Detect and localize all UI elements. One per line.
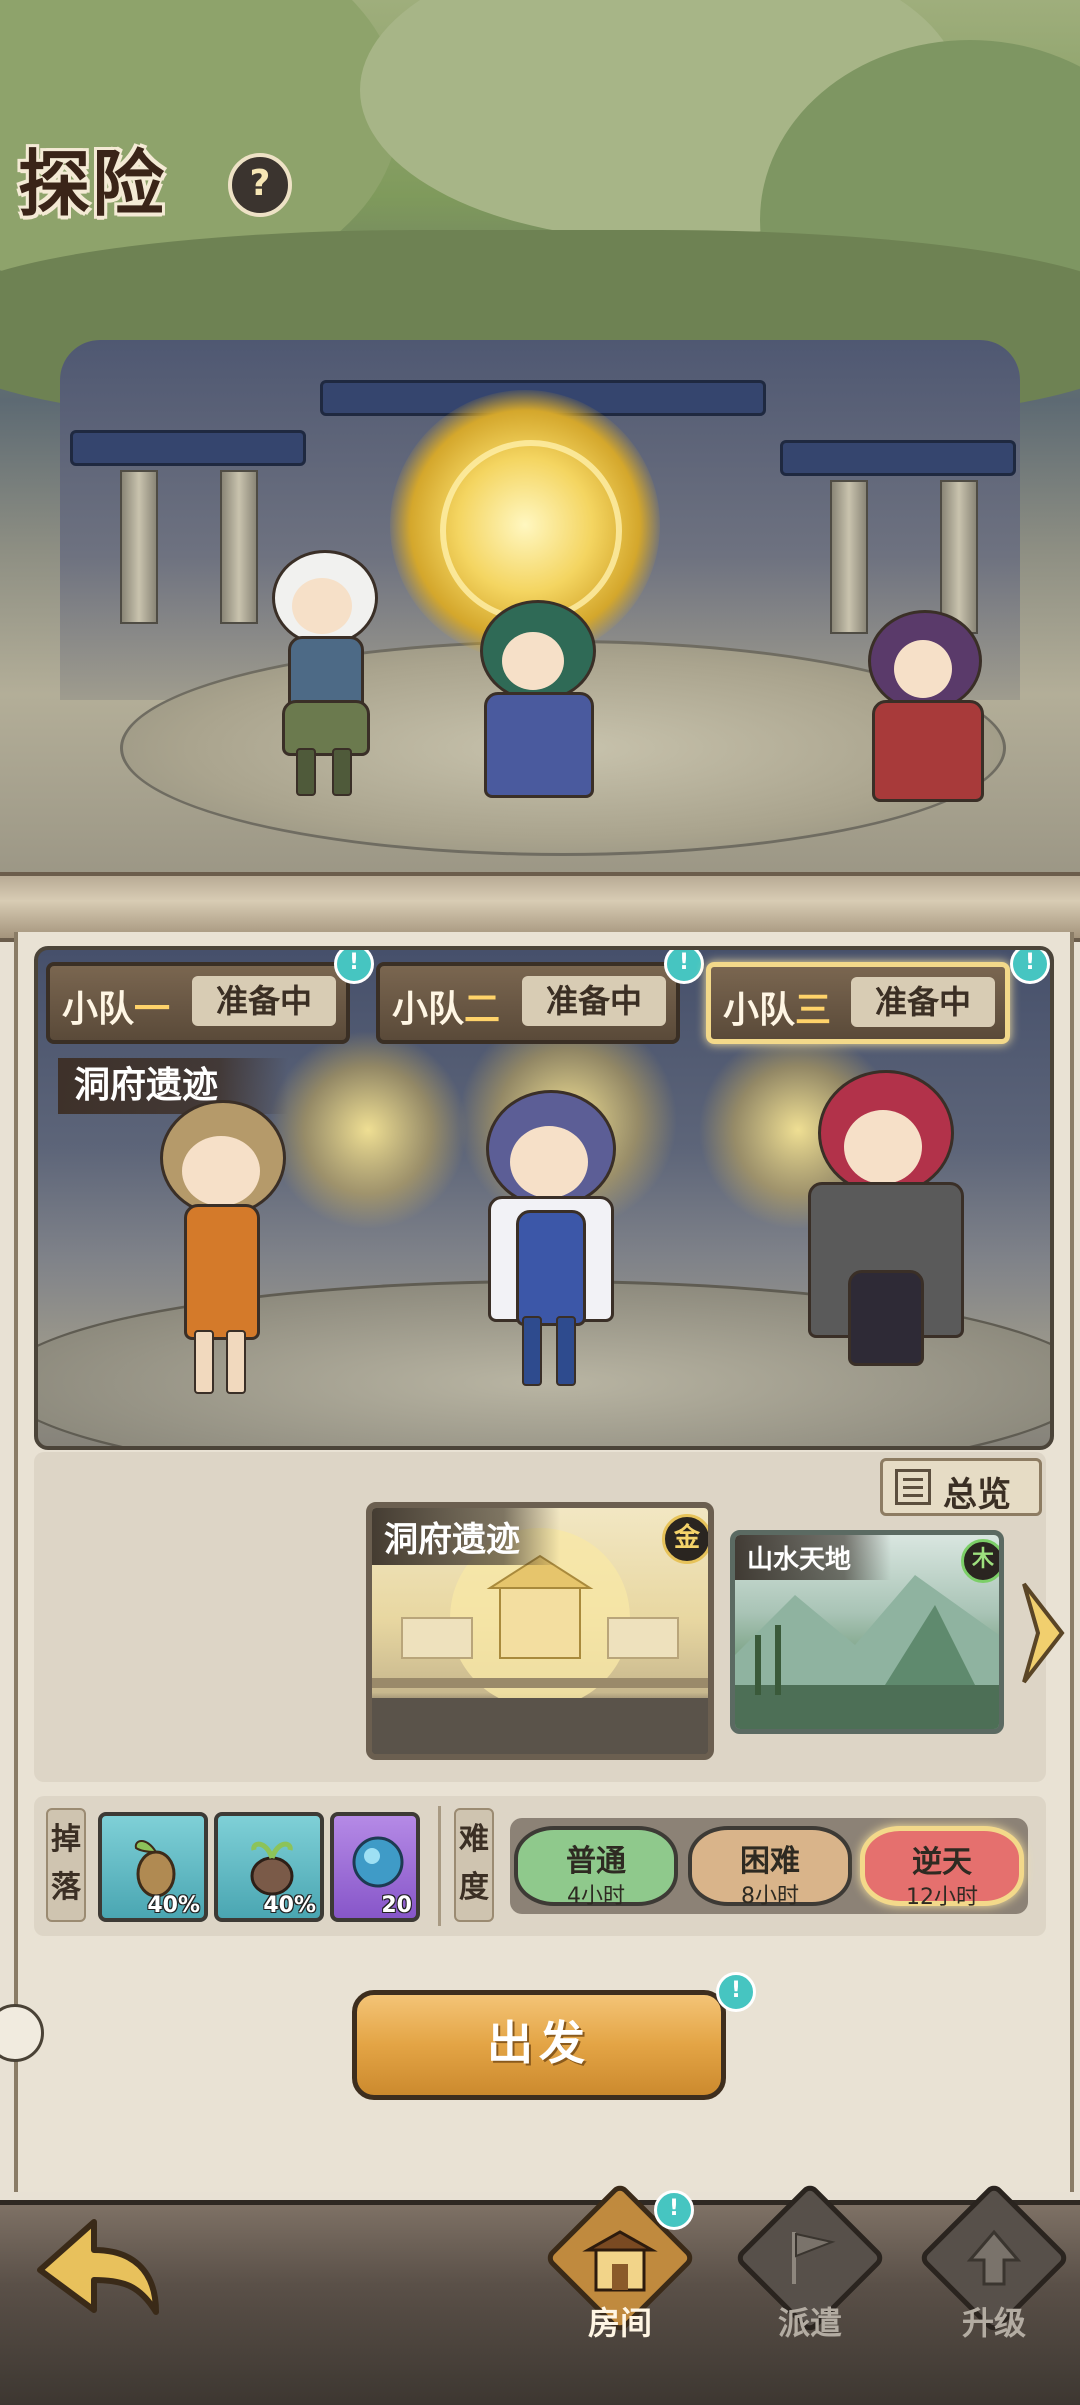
character-green-hair[interactable]	[470, 600, 600, 810]
character-leg	[226, 1330, 246, 1394]
party-member-1[interactable]	[138, 1100, 298, 1400]
difficulty-time: 12小时	[906, 1885, 978, 1910]
difficulty-name: 普通	[566, 1844, 626, 1879]
tab-team-2[interactable]: 小队二 准备中	[376, 962, 680, 1044]
page-title: 探险	[18, 141, 167, 226]
portal-glow	[268, 1030, 468, 1230]
difficulty-time: 8小时	[741, 1884, 799, 1909]
party-member-2[interactable]	[458, 1090, 638, 1400]
character-pants	[282, 700, 370, 756]
character-leg	[296, 748, 316, 796]
character-skirt	[848, 1270, 924, 1366]
difficulty-extreme-button[interactable]: 逆天 12小时	[860, 1826, 1024, 1910]
character-face	[510, 1126, 588, 1198]
blue-orb-icon	[352, 1836, 404, 1888]
team-status: 准备中	[522, 976, 666, 1026]
room-building-icon	[582, 2230, 658, 2292]
seed-sprout-icon	[134, 1840, 176, 1898]
alert-icon: !	[716, 1972, 756, 2012]
help-button[interactable]: ?	[228, 153, 292, 217]
character-face	[844, 1110, 922, 1184]
character-robe	[872, 700, 984, 802]
overview-label: 总览	[943, 1475, 1011, 1515]
difficulty-hard-button[interactable]: 困难 8小时	[688, 1826, 852, 1909]
map-card[interactable]: 山水天地 木	[730, 1530, 1004, 1734]
tab-team-3[interactable]: 小队三 准备中	[706, 962, 1010, 1044]
map-name: 洞府遗迹	[372, 1508, 560, 1565]
back-arrow-icon[interactable]	[28, 2200, 168, 2332]
overview-button[interactable]: 总览	[880, 1458, 1042, 1516]
character-robe	[484, 692, 594, 798]
team-status: 准备中	[851, 977, 995, 1027]
team-name: 小队一	[62, 989, 171, 1030]
difficulty-name: 困难	[740, 1844, 800, 1879]
character-white-hair[interactable]	[270, 550, 380, 800]
team-view: 小队一 准备中 ! 小队二 准备中 ! 小队三 准备中 ! 洞府遗迹	[34, 946, 1054, 1450]
character-face	[292, 578, 352, 634]
separator	[438, 1806, 441, 1926]
drop-chance: 20	[381, 1893, 412, 1918]
tab-team-1[interactable]: 小队一 准备中	[46, 962, 350, 1044]
nav-dispatch[interactable]: 派遣	[730, 2180, 890, 2380]
difficulty-time: 4小时	[567, 1884, 625, 1909]
character-leg	[194, 1330, 214, 1394]
map-card-selected[interactable]: 洞府遗迹 金	[366, 1502, 714, 1760]
metal-element-badge: 金	[662, 1514, 708, 1564]
flag-icon	[792, 2232, 836, 2284]
character-purple-hair[interactable]	[860, 610, 990, 810]
nav-label: 派遣	[777, 2304, 842, 2342]
adventure-scene: 探险 ?	[0, 0, 1080, 890]
bulb-sprout-icon	[250, 1841, 294, 1896]
team-status: 准备中	[192, 976, 336, 1026]
team-name: 小队二	[392, 989, 501, 1030]
map-name: 山水天地	[735, 1535, 892, 1580]
drop-item[interactable]: 40%	[214, 1812, 324, 1922]
character-leg	[332, 748, 352, 796]
portal-ring	[440, 440, 622, 622]
wood-element-badge: 木	[961, 1539, 999, 1583]
drops-label: 掉落	[46, 1808, 86, 1922]
character-face	[894, 640, 952, 698]
difficulty-name: 逆天	[912, 1845, 972, 1880]
nav-upgrade[interactable]: 升级	[914, 2180, 1074, 2380]
character-face	[502, 632, 564, 690]
difficulty-label: 难度	[454, 1808, 494, 1922]
drop-item[interactable]: 40%	[98, 1812, 208, 1922]
alert-icon: !	[654, 2190, 694, 2230]
alert-icon: !	[1010, 950, 1050, 984]
character-dress	[184, 1204, 260, 1340]
upgrade-arrow-icon	[966, 2229, 1022, 2286]
list-icon	[895, 1469, 931, 1505]
alert-icon: !	[664, 950, 704, 984]
roof-right	[780, 440, 1016, 476]
character-leg	[556, 1316, 576, 1386]
drop-chance: 40%	[147, 1893, 200, 1918]
depart-button[interactable]: 出发	[352, 1990, 726, 2100]
team-name: 小队三	[723, 990, 832, 1031]
nav-label: 升级	[961, 2304, 1026, 2342]
next-map-arrow-icon[interactable]	[1018, 1578, 1066, 1688]
drop-chance: 40%	[263, 1893, 316, 1918]
character-face	[182, 1136, 260, 1206]
party-member-3[interactable]	[788, 1070, 978, 1400]
drop-item[interactable]: 20	[330, 1812, 420, 1922]
character-leg	[522, 1316, 542, 1386]
roof-left	[70, 430, 306, 466]
pillar	[220, 470, 258, 624]
nav-label: 房间	[587, 2304, 652, 2342]
alert-icon: !	[334, 950, 374, 984]
difficulty-normal-button[interactable]: 普通 4小时	[514, 1826, 678, 1909]
character-robe	[516, 1210, 586, 1326]
pillar	[120, 470, 158, 624]
